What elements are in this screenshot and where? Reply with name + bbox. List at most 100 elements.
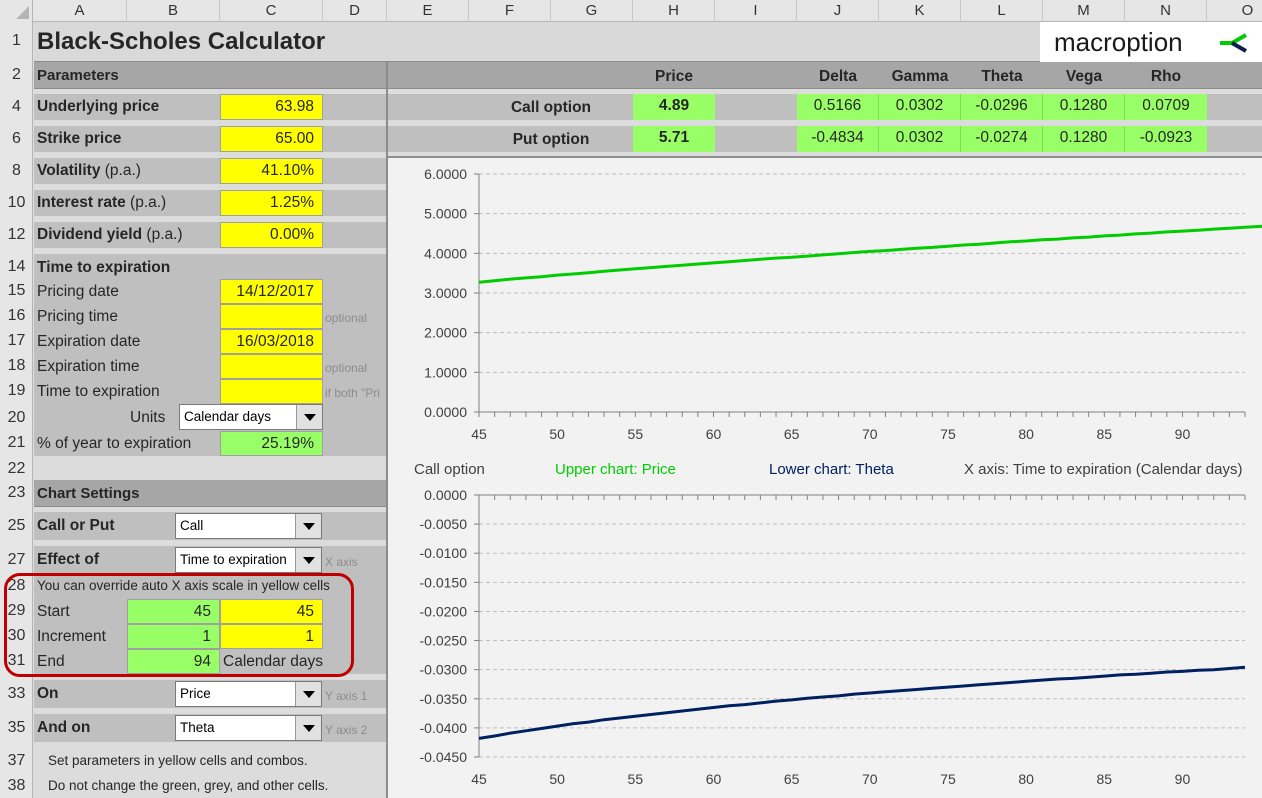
y-tick-label: -0.0350 <box>420 691 468 707</box>
page-title: Black-Scholes Calculator <box>37 28 326 55</box>
row-header[interactable]: 20 <box>0 409 33 427</box>
time-to-expiration-header: Time to expiration <box>37 259 171 276</box>
upper-price-chart[interactable]: 0.0000 1.0000 2.0000 3.0000 4.0000 5.0000 6.00… <box>388 158 1262 458</box>
column-header-d[interactable]: D <box>323 0 387 22</box>
column-header-l[interactable]: L <box>961 0 1043 22</box>
column-header-e[interactable]: E <box>387 0 469 22</box>
interest-rate-input[interactable]: 1.25% <box>220 190 323 216</box>
row-header[interactable]: 25 <box>0 517 33 535</box>
column-header-a[interactable]: A <box>33 0 127 22</box>
x-tick-label: 90 <box>1175 426 1191 442</box>
pct-year-label: % of year to expiration <box>37 435 192 452</box>
dropdown-arrow-icon[interactable] <box>295 682 321 706</box>
row-header[interactable]: 33 <box>0 685 33 703</box>
row-header-bar: 1 2 4 6 8 10 12 14 15 16 17 18 19 20 21 … <box>0 22 33 798</box>
select-all-corner[interactable] <box>0 0 33 22</box>
dividend-yield-label: Dividend yield (p.a.) <box>37 226 183 244</box>
y-tick-label: 5.0000 <box>424 206 467 222</box>
call-delta: 0.5166 <box>797 94 879 120</box>
logo-text: macroption <box>1054 27 1183 57</box>
put-rho: -0.0923 <box>1125 126 1207 152</box>
column-header-f[interactable]: F <box>469 0 551 22</box>
column-header-b[interactable]: B <box>127 0 220 22</box>
on-combo[interactable]: Price <box>175 681 322 707</box>
call-or-put-label: Call or Put <box>37 517 115 534</box>
row-header[interactable]: 27 <box>0 551 33 569</box>
x-tick-label: 60 <box>706 771 722 787</box>
units-combo[interactable]: Calendar days <box>179 404 323 430</box>
y-tick-label: -0.0200 <box>420 603 468 619</box>
x-tick-label: 60 <box>706 426 722 442</box>
y-tick-label: -0.0100 <box>420 545 468 561</box>
volatility-suffix: (p.a.) <box>104 162 141 179</box>
dividend-yield-input[interactable]: 0.00% <box>220 222 323 248</box>
row-header[interactable]: 2 <box>0 66 33 84</box>
y-tick-label: -0.0250 <box>420 633 468 649</box>
series-line <box>478 224 1262 284</box>
and-on-combo[interactable]: Theta <box>175 715 322 741</box>
x-tick-label: 75 <box>940 426 956 442</box>
underlying-price-input[interactable]: 63.98 <box>220 94 323 120</box>
row-header[interactable]: 1 <box>0 32 33 50</box>
put-option-label: Put option <box>512 131 590 148</box>
time-to-expiration-input[interactable] <box>220 379 323 404</box>
dropdown-arrow-icon[interactable] <box>295 514 321 538</box>
row-header[interactable]: 17 <box>0 332 33 350</box>
dropdown-arrow-icon[interactable] <box>295 548 321 572</box>
row-header[interactable]: 4 <box>0 98 33 116</box>
and-on-selected: Theta <box>180 720 215 735</box>
column-header-h[interactable]: H <box>633 0 715 22</box>
row-header[interactable]: 15 <box>0 282 33 300</box>
header-theta: Theta <box>981 68 1023 85</box>
x-tick-label: 45 <box>471 426 487 442</box>
volatility-label-text: Volatility <box>37 162 101 179</box>
row-header[interactable]: 22 <box>0 460 33 478</box>
y-tick-label: 3.0000 <box>424 285 467 301</box>
y-tick-label: 2.0000 <box>424 325 467 341</box>
dropdown-arrow-icon[interactable] <box>296 405 322 429</box>
row-header[interactable]: 14 <box>0 258 33 276</box>
row-header[interactable]: 35 <box>0 719 33 737</box>
x-tick-label: 50 <box>549 771 565 787</box>
pricing-date-input[interactable]: 14/12/2017 <box>220 279 323 304</box>
row-header[interactable]: 6 <box>0 130 33 148</box>
row-header[interactable]: 37 <box>0 752 33 770</box>
column-header-m[interactable]: M <box>1043 0 1125 22</box>
column-header-g[interactable]: G <box>551 0 633 22</box>
expiration-date-input[interactable]: 16/03/2018 <box>220 329 323 354</box>
pricing-time-input[interactable] <box>220 304 323 329</box>
volatility-input[interactable]: 41.10% <box>220 158 323 184</box>
row-header[interactable]: 12 <box>0 226 33 244</box>
lower-theta-chart[interactable]: 0.0000 -0.0050 -0.0100 -0.0150 -0.0200 -0.025… <box>388 484 1262 798</box>
dividend-yield-suffix: (p.a.) <box>146 226 183 243</box>
row-header[interactable]: 23 <box>0 484 33 502</box>
column-header-i[interactable]: I <box>715 0 797 22</box>
call-rho: 0.0709 <box>1125 94 1207 120</box>
row-header[interactable]: 18 <box>0 357 33 375</box>
row-header[interactable]: 10 <box>0 194 33 212</box>
underlying-price-label: Underlying price <box>37 98 160 115</box>
column-header-o[interactable]: O <box>1207 0 1262 22</box>
row-header[interactable]: 21 <box>0 434 33 452</box>
column-header-k[interactable]: K <box>879 0 961 22</box>
interest-rate-label-text: Interest rate <box>37 194 126 211</box>
caption-upper: Upper chart: Price <box>555 461 676 478</box>
caption-option: Call option <box>414 461 485 478</box>
row-header[interactable]: 38 <box>0 777 33 795</box>
on-label: On <box>37 685 59 702</box>
effect-of-combo[interactable]: Time to expiration <box>175 547 322 573</box>
put-vega: 0.1280 <box>1043 126 1125 152</box>
instruction-2: Do not change the green, grey, and other… <box>48 778 329 793</box>
strike-price-input[interactable]: 65.00 <box>220 126 323 152</box>
row-header[interactable]: 19 <box>0 382 33 400</box>
highlight-box <box>4 573 354 677</box>
call-or-put-combo[interactable]: Call <box>175 513 322 539</box>
column-header-n[interactable]: N <box>1125 0 1207 22</box>
row-header[interactable]: 16 <box>0 307 33 325</box>
column-header-j[interactable]: J <box>797 0 879 22</box>
column-header-c[interactable]: C <box>220 0 323 22</box>
row-header[interactable]: 8 <box>0 162 33 180</box>
expiration-time-input[interactable] <box>220 354 323 379</box>
dropdown-arrow-icon[interactable] <box>295 716 321 740</box>
x-tick-label: 50 <box>549 426 565 442</box>
